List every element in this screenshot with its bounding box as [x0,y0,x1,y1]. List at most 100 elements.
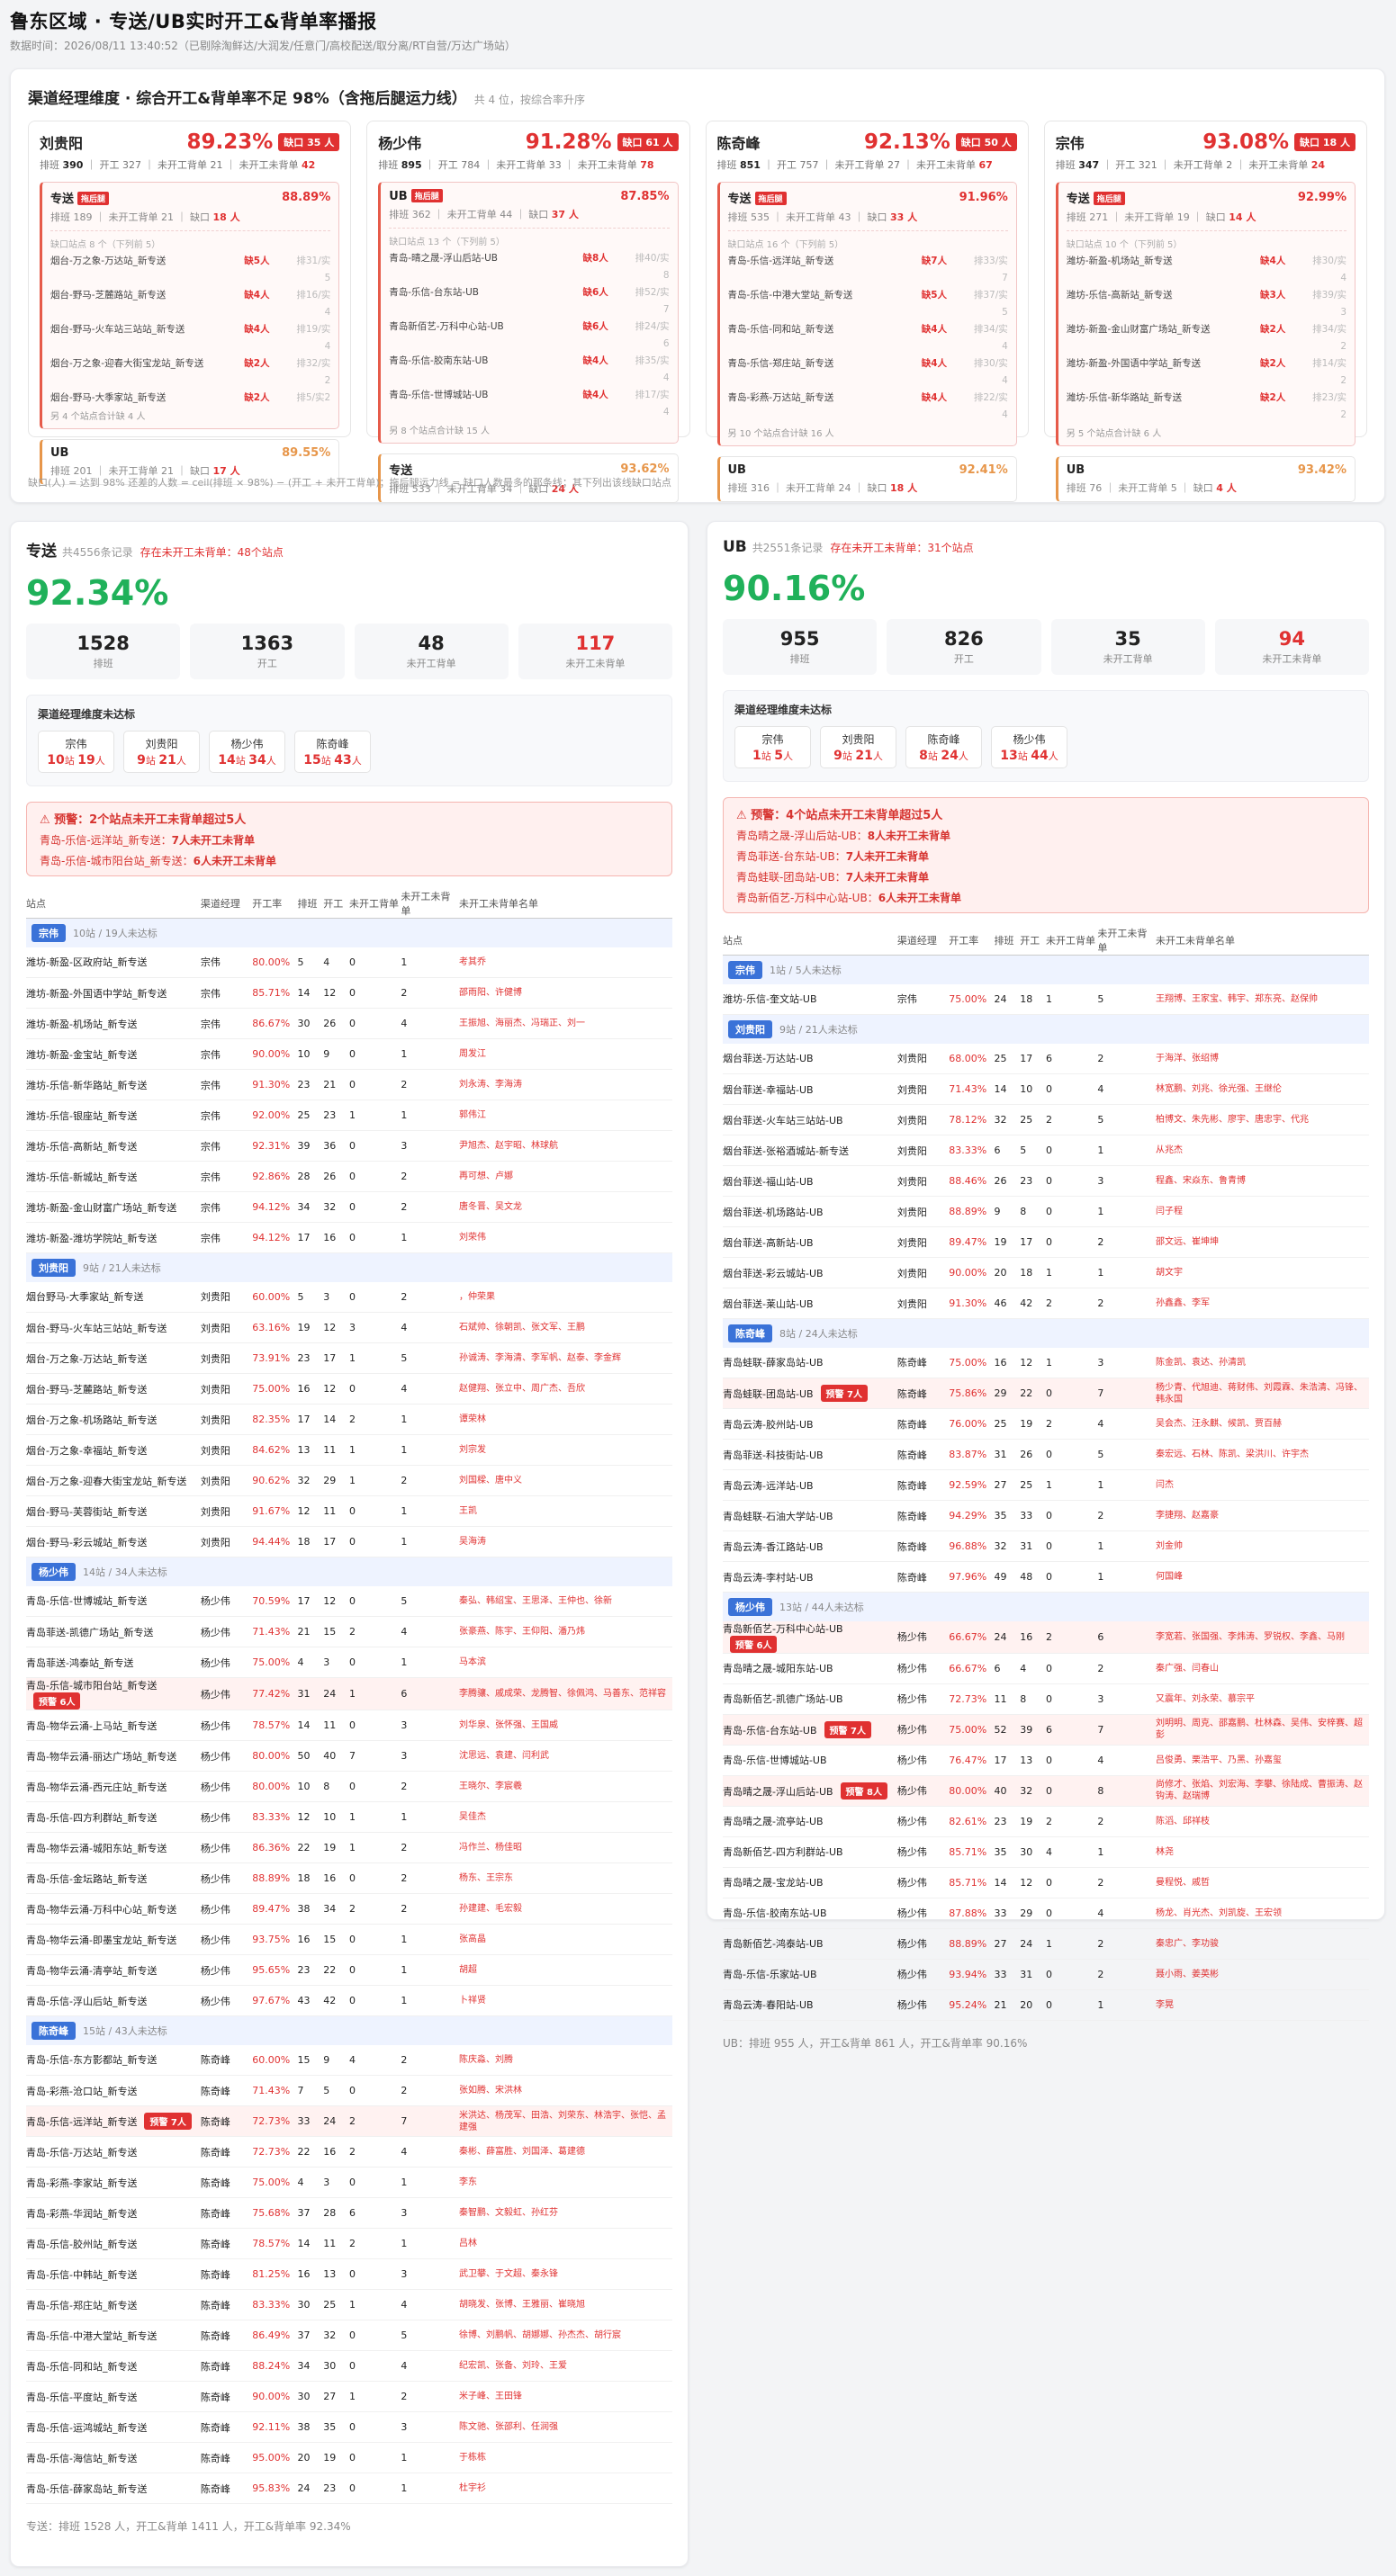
table-row[interactable]: 烟台-野马-火车站三站站_新专送 刘贵阳 63.16% 19 12 3 4 石斌帅、徐朝凯、张… [26,1312,672,1343]
table-row[interactable]: 潍坊-新盈-金宝站_新专送 宗伟 90.00% 10 9 0 1 周发江 [26,1038,672,1070]
table-row[interactable]: 烟台菲送-福山站-UB 刘贵阳 88.46% 26 23 0 3 程鑫、宋焱东、鲁青博 [723,1165,1369,1197]
table-row[interactable]: 青岛-乐信-平度站_新专送 陈奇峰 90.00% 30 27 1 2 米子峰、王田锋 [26,2381,672,2412]
line-box[interactable]: UB 93.42% 排班 76 ｜ 未开工背单 5 ｜ 缺口 4 人 [1055,456,1355,502]
table-row[interactable]: 烟台-万之象-机场路站_新专送 刘贵阳 82.35% 17 14 2 1 谭荣林 [26,1404,672,1435]
table-row[interactable]: 烟台-野马-芝麓路站_新专送 刘贵阳 75.00% 16 12 0 4 赵健翔、张立中、周广杰… [26,1373,672,1405]
group-header-row[interactable]: 宗伟 1站 / 5人未达标 [723,955,1369,984]
table-row[interactable]: 潍坊-新盈-潍坊学院站_新专送 宗伟 94.12% 17 16 0 1 刘荣伟 [26,1222,672,1253]
table-row[interactable]: 烟台菲送-张裕酒城站-新专送 刘贵阳 83.33% 6 5 0 1 从兆杰 [723,1135,1369,1166]
table-row[interactable]: 烟台菲送-彩云城站-UB 刘贵阳 90.00% 20 18 1 1 胡文宇 [723,1257,1369,1288]
line-box[interactable]: 专送 拖后腿 92.99% 排班 271 ｜ 未开工背单 19 ｜ 缺口 14 人缺口… [1055,182,1355,446]
table-row[interactable]: 青岛新佰艺-凯德广场站-UB 杨少伟 72.73% 11 8 0 3 又震年、刘永荣、慕宗平 [723,1683,1369,1715]
table-row[interactable]: 青岛-乐信-乐家站-UB 杨少伟 93.94% 33 31 0 2 聂小雨、姜英彬 [723,1959,1369,1990]
table-row[interactable]: 烟台-万之象-万达站_新专送 刘贵阳 73.91% 23 17 1 5 孙诚涛、李海清、李军帆… [26,1342,672,1374]
group-header-row[interactable]: 杨少伟 14站 / 34人未达标 [26,1557,672,1586]
table-row[interactable]: 青岛-乐信-台东站-UB 预警 7人 杨少伟 75.00% 52 39 6 7 刘明明、周克、邵… [723,1714,1369,1746]
table-row[interactable]: 青岛云涛-香江路站-UB 陈奇峰 96.88% 32 31 0 1 刘金帅 [723,1530,1369,1562]
table-row[interactable]: 烟台-万之象-幸福站_新专送 刘贵阳 84.62% 13 11 1 1 刘宗发 [26,1434,672,1466]
manager-chip[interactable]: 杨少伟 13站 44人 [991,726,1067,768]
table-row[interactable]: 青岛晴之晟-流亭站-UB 杨少伟 82.61% 23 19 2 2 陈滔、邱祥枝 [723,1806,1369,1837]
table-row[interactable]: 青岛-乐信-远洋站_新专送 预警 7人 陈奇峰 72.73% 33 24 2 7 米洪达、杨茂军… [26,2105,672,2137]
manager-chip[interactable]: 刘贵阳 9站 21人 [820,726,896,768]
table-row[interactable]: 青岛晴之晟-城阳东站-UB 杨少伟 66.67% 6 4 0 2 秦广强、闫春山 [723,1653,1369,1684]
table-row[interactable]: 青岛新佰艺-四方利群站-UB 杨少伟 85.71% 35 30 4 1 林尧 [723,1836,1369,1868]
manager-chip[interactable]: 宗伟 10站 19人 [38,731,114,773]
table-row[interactable]: 青岛-乐信-万达站_新专送 陈奇峰 72.73% 22 16 2 4 秦彬、薛富胜、刘国泽、葛… [26,2136,672,2168]
table-row[interactable]: 青岛云涛-远洋站-UB 陈奇峰 92.59% 27 25 1 1 闫杰 [723,1469,1369,1501]
table-row[interactable]: 青岛-乐信-中港大堂站_新专送 陈奇峰 86.49% 37 32 0 5 徐博、刘鹏帆、胡娜娜… [26,2320,672,2351]
table-row[interactable]: 青岛-乐信-东方影都站_新专送 陈奇峰 60.00% 15 9 4 2 陈庆淼、刘腾 [26,2044,672,2076]
table-row[interactable]: 青岛蛙联-团岛站-UB 预警 7人 陈奇峰 75.86% 29 22 0 7 杨少青、代旭迪、蒋… [723,1378,1369,1409]
manager-card[interactable]: 刘贵阳 89.23% 缺口 35 人排班 390 ｜ 开工 327 ｜ 未开工背单 … [28,121,352,485]
table-row[interactable]: 青岛-物华云涌-西元庄站_新专送 杨少伟 80.00% 10 8 0 2 王晓尔、李宸羲 [26,1771,672,1802]
group-header-row[interactable]: 刘贵阳 9站 / 21人未达标 [26,1252,672,1282]
table-row[interactable]: 青岛-乐信-海信站_新专送 陈奇峰 95.00% 20 19 0 1 于栋栋 [26,2442,672,2473]
table-row[interactable]: 烟台-万之象-迎春大街宝龙站_新专送 刘贵阳 90.62% 32 29 1 2 刘国樑、唐中义 [26,1465,672,1496]
group-header-row[interactable]: 陈奇峰 15站 / 43人未达标 [26,2015,672,2045]
table-row[interactable]: 青岛晴之晟-浮山后站-UB 预警 8人 杨少伟 80.00% 40 32 0 8 尚修才、张焰、… [723,1775,1369,1807]
table-row[interactable]: 潍坊-乐信-奎文站-UB 宗伟 75.00% 24 18 1 5 王翔博、王家宝、韩宇、郑东亮… [723,983,1369,1015]
table-row[interactable]: 烟台野马-大季家站_新专送 刘贵阳 60.00% 5 3 0 2 ，仲荣果 [26,1281,672,1313]
table-row[interactable]: 烟台菲送-莱山站-UB 刘贵阳 91.30% 46 42 2 2 孙鑫鑫、李军 [723,1288,1369,1319]
table-row[interactable]: 烟台菲送-高新站-UB 刘贵阳 89.47% 19 17 0 2 邵文远、崔坤坤 [723,1226,1369,1258]
table-row[interactable]: 青岛-彩燕-李家站_新专送 陈奇峰 75.00% 4 3 0 1 李东 [26,2167,672,2198]
manager-chip[interactable]: 陈奇峰 15站 43人 [294,731,371,773]
table-row[interactable]: 潍坊-新盈-区政府站_新专送 宗伟 80.00% 5 4 0 1 考其乔 [26,947,672,978]
table-row[interactable]: 青岛新佰艺-万科中心站-UB预警 6人 杨少伟 66.67% 24 16 2 6 李宽若、张国… [723,1620,1369,1654]
table-row[interactable]: 潍坊-乐信-新城站_新专送 宗伟 92.86% 28 26 0 2 再可想、卢娜 [26,1161,672,1192]
line-box[interactable]: UB 拖后腿 87.85% 排班 362 ｜ 未开工背单 44 ｜ 缺口 37 人缺口… [378,182,679,444]
table-row[interactable]: 青岛菲送-凯德广场站_新专送 杨少伟 71.43% 21 15 2 4 张豪燕、陈宇、王仰阳、… [26,1616,672,1647]
table-row[interactable]: 青岛-物华云涌-上马站_新专送 杨少伟 78.57% 14 11 0 3 刘华泉、张怀强、王国… [26,1710,672,1741]
table-row[interactable]: 青岛-物华云涌-清亭站_新专送 杨少伟 95.65% 23 22 0 1 胡超 [26,1954,672,1986]
table-row[interactable]: 青岛菲送-科技街站-UB 陈奇峰 83.87% 31 26 0 5 秦宏远、石林、陈凯、梁洪川… [723,1439,1369,1470]
manager-chip[interactable]: 杨少伟 14站 34人 [209,731,285,773]
table-row[interactable]: 青岛-乐信-运鸿城站_新专送 陈奇峰 92.11% 38 35 0 3 陈文驰、张邵利、任润强 [26,2411,672,2443]
manager-chip[interactable]: 刘贵阳 9站 21人 [123,731,200,773]
table-row[interactable]: 青岛-乐信-四方利群站_新专送 杨少伟 83.33% 12 10 1 1 吴佳杰 [26,1801,672,1833]
table-row[interactable]: 青岛-乐信-同和站_新专送 陈奇峰 88.24% 34 30 0 4 纪宏凯、张备、刘玲、王爱 [26,2350,672,2382]
line-box[interactable]: 专送 拖后腿 91.96% 排班 535 ｜ 未开工背单 43 ｜ 缺口 33 人缺口… [716,182,1017,446]
table-row[interactable]: 烟台-野马-彩云城站_新专送 刘贵阳 94.44% 18 17 0 1 吴海涛 [26,1526,672,1557]
table-row[interactable]: 烟台菲送-万达站-UB 刘贵阳 68.00% 25 17 6 2 于海洋、张绍博 [723,1043,1369,1074]
table-row[interactable]: 青岛-乐信-中韩站_新专送 陈奇峰 81.25% 16 13 0 3 武卫攀、于文超、秦永锋 [26,2258,672,2290]
table-row[interactable]: 青岛-乐信-世博城站-UB 杨少伟 76.47% 17 13 0 4 吕俊勇、栗浩平、乃黑、孙… [723,1745,1369,1776]
manager-card[interactable]: 陈奇峰 92.13% 缺口 50 人排班 851 ｜ 开工 757 ｜ 未开工背单 … [705,121,1029,502]
table-row[interactable]: 青岛-乐信-胶州站_新专送 陈奇峰 78.57% 14 11 2 1 吕林 [26,2228,672,2259]
manager-card[interactable]: 杨少伟 91.28% 缺口 61 人排班 895 ｜ 开工 784 ｜ 未开工背单 … [366,121,690,503]
table-row[interactable]: 青岛云涛-胶州站-UB 陈奇峰 76.00% 25 19 2 4 吴会杰、汪永麒、候凯、贾百赫 [723,1408,1369,1440]
table-row[interactable]: 青岛-彩燕-华润站_新专送 陈奇峰 75.68% 37 28 6 3 秦智鹏、文毅虹、孙红芬 [26,2197,672,2229]
table-row[interactable]: 潍坊-乐信-高新站_新专送 宗伟 92.31% 39 36 0 3 尹旭杰、赵宇昭、林球航 [26,1130,672,1162]
table-row[interactable]: 青岛-乐信-薛家岛站_新专送 陈奇峰 95.83% 24 23 0 1 杜宇衫 [26,2473,672,2504]
table-row[interactable]: 青岛-彩燕-沧口站_新专送 陈奇峰 71.43% 7 5 0 2 张如腾、宋洪林 [26,2075,672,2106]
table-row[interactable]: 青岛菲送-鸿泰站_新专送 杨少伟 75.00% 4 3 0 1 马本滨 [26,1647,672,1678]
table-row[interactable]: 青岛新佰艺-鸿泰站-UB 杨少伟 88.89% 27 24 1 2 秦忠广、李功骏 [723,1928,1369,1960]
table-row[interactable]: 烟台菲送-火车站三站站-UB 刘贵阳 78.12% 32 25 2 5 柏博文、朱先彬、廖宇、… [723,1104,1369,1135]
table-row[interactable]: 潍坊-新盈-金山财富广场站_新专送 宗伟 94.12% 34 32 0 2 唐冬晋、吴文龙 [26,1191,672,1223]
group-header-row[interactable]: 陈奇峰 8站 / 24人未达标 [723,1318,1369,1348]
table-row[interactable]: 潍坊-乐信-新华路站_新专送 宗伟 91.30% 23 21 0 2 刘永涛、李海涛 [26,1069,672,1100]
table-row[interactable]: 烟台-野马-芙蓉街站_新专送 刘贵阳 91.67% 12 11 0 1 王凯 [26,1495,672,1527]
manager-chip[interactable]: 陈奇峰 8站 24人 [905,726,982,768]
table-row[interactable]: 青岛晴之晟-宝龙站-UB 杨少伟 85.71% 14 12 0 2 曼程悦、戚哲 [723,1867,1369,1898]
table-row[interactable]: 青岛-物华云涌-城阳东站_新专送 杨少伟 86.36% 22 19 1 2 冯作兰、杨佳昭 [26,1832,672,1863]
table-row[interactable]: 青岛-乐信-郑庄站_新专送 陈奇峰 83.33% 30 25 1 4 胡晓发、张博、王雅丽、崔… [26,2289,672,2320]
line-box[interactable]: UB 92.41% 排班 316 ｜ 未开工背单 24 ｜ 缺口 18 人 [716,456,1017,502]
line-box[interactable]: 专送 拖后腿 88.89% 排班 189 ｜ 未开工背单 21 ｜ 缺口 18 人缺口… [40,182,340,429]
manager-card[interactable]: 宗伟 93.08% 缺口 18 人排班 347 ｜ 开工 321 ｜ 未开工背单 2… [1043,121,1367,502]
table-row[interactable]: 青岛-乐信-金坛路站_新专送 杨少伟 88.89% 18 16 0 2 杨东、王宗东 [26,1862,672,1894]
table-row[interactable]: 青岛蛙联-石油大学站-UB 陈奇峰 94.29% 35 33 0 2 李捷翔、赵嘉豪 [723,1500,1369,1531]
table-row[interactable]: 潍坊-乐信-银座站_新专送 宗伟 92.00% 25 23 1 1 郭伟江 [26,1100,672,1131]
manager-chip[interactable]: 宗伟 1站 5人 [734,726,811,768]
group-header-row[interactable]: 刘贵阳 9站 / 21人未达标 [723,1014,1369,1044]
table-row[interactable]: 烟台菲送-机场路站-UB 刘贵阳 88.89% 9 8 0 1 闫子程 [723,1196,1369,1227]
table-row[interactable]: 青岛-乐信-城市阳台站_新专送预警 6人 杨少伟 77.42% 31 24 1 6 李腾骧、戚… [26,1677,672,1710]
group-header-row[interactable]: 杨少伟 13站 / 44人未达标 [723,1592,1369,1621]
table-row[interactable]: 青岛-乐信-浮山后站_新专送 杨少伟 97.67% 43 42 0 1 卜祥贤 [26,1985,672,2016]
table-row[interactable]: 烟台菲送-幸福站-UB 刘贵阳 71.43% 14 10 0 4 林宽鹏、刘兆、徐光强、王继伦 [723,1073,1369,1105]
table-row[interactable]: 潍坊-新盈-机场站_新专送 宗伟 86.67% 30 26 0 4 王振旭、海丽杰、冯瑞正、刘… [26,1008,672,1039]
table-row[interactable]: 青岛云涛-春阳站-UB 杨少伟 95.24% 21 20 0 1 李晃 [723,1989,1369,2021]
group-header-row[interactable]: 宗伟 10站 / 19人未达标 [26,918,672,947]
table-row[interactable]: 潍坊-新盈-外国语中学站_新专送 宗伟 85.71% 14 12 0 2 邵雨阳、许健博 [26,977,672,1009]
table-row[interactable]: 青岛-乐信-世博城站_新专送 杨少伟 70.59% 17 12 0 5 秦弘、韩绍宝、王思泽、… [26,1585,672,1617]
table-row[interactable]: 青岛-物华云涌-万科中心站_新专送 杨少伟 89.47% 38 34 2 2 孙建建、毛宏毅 [26,1893,672,1925]
